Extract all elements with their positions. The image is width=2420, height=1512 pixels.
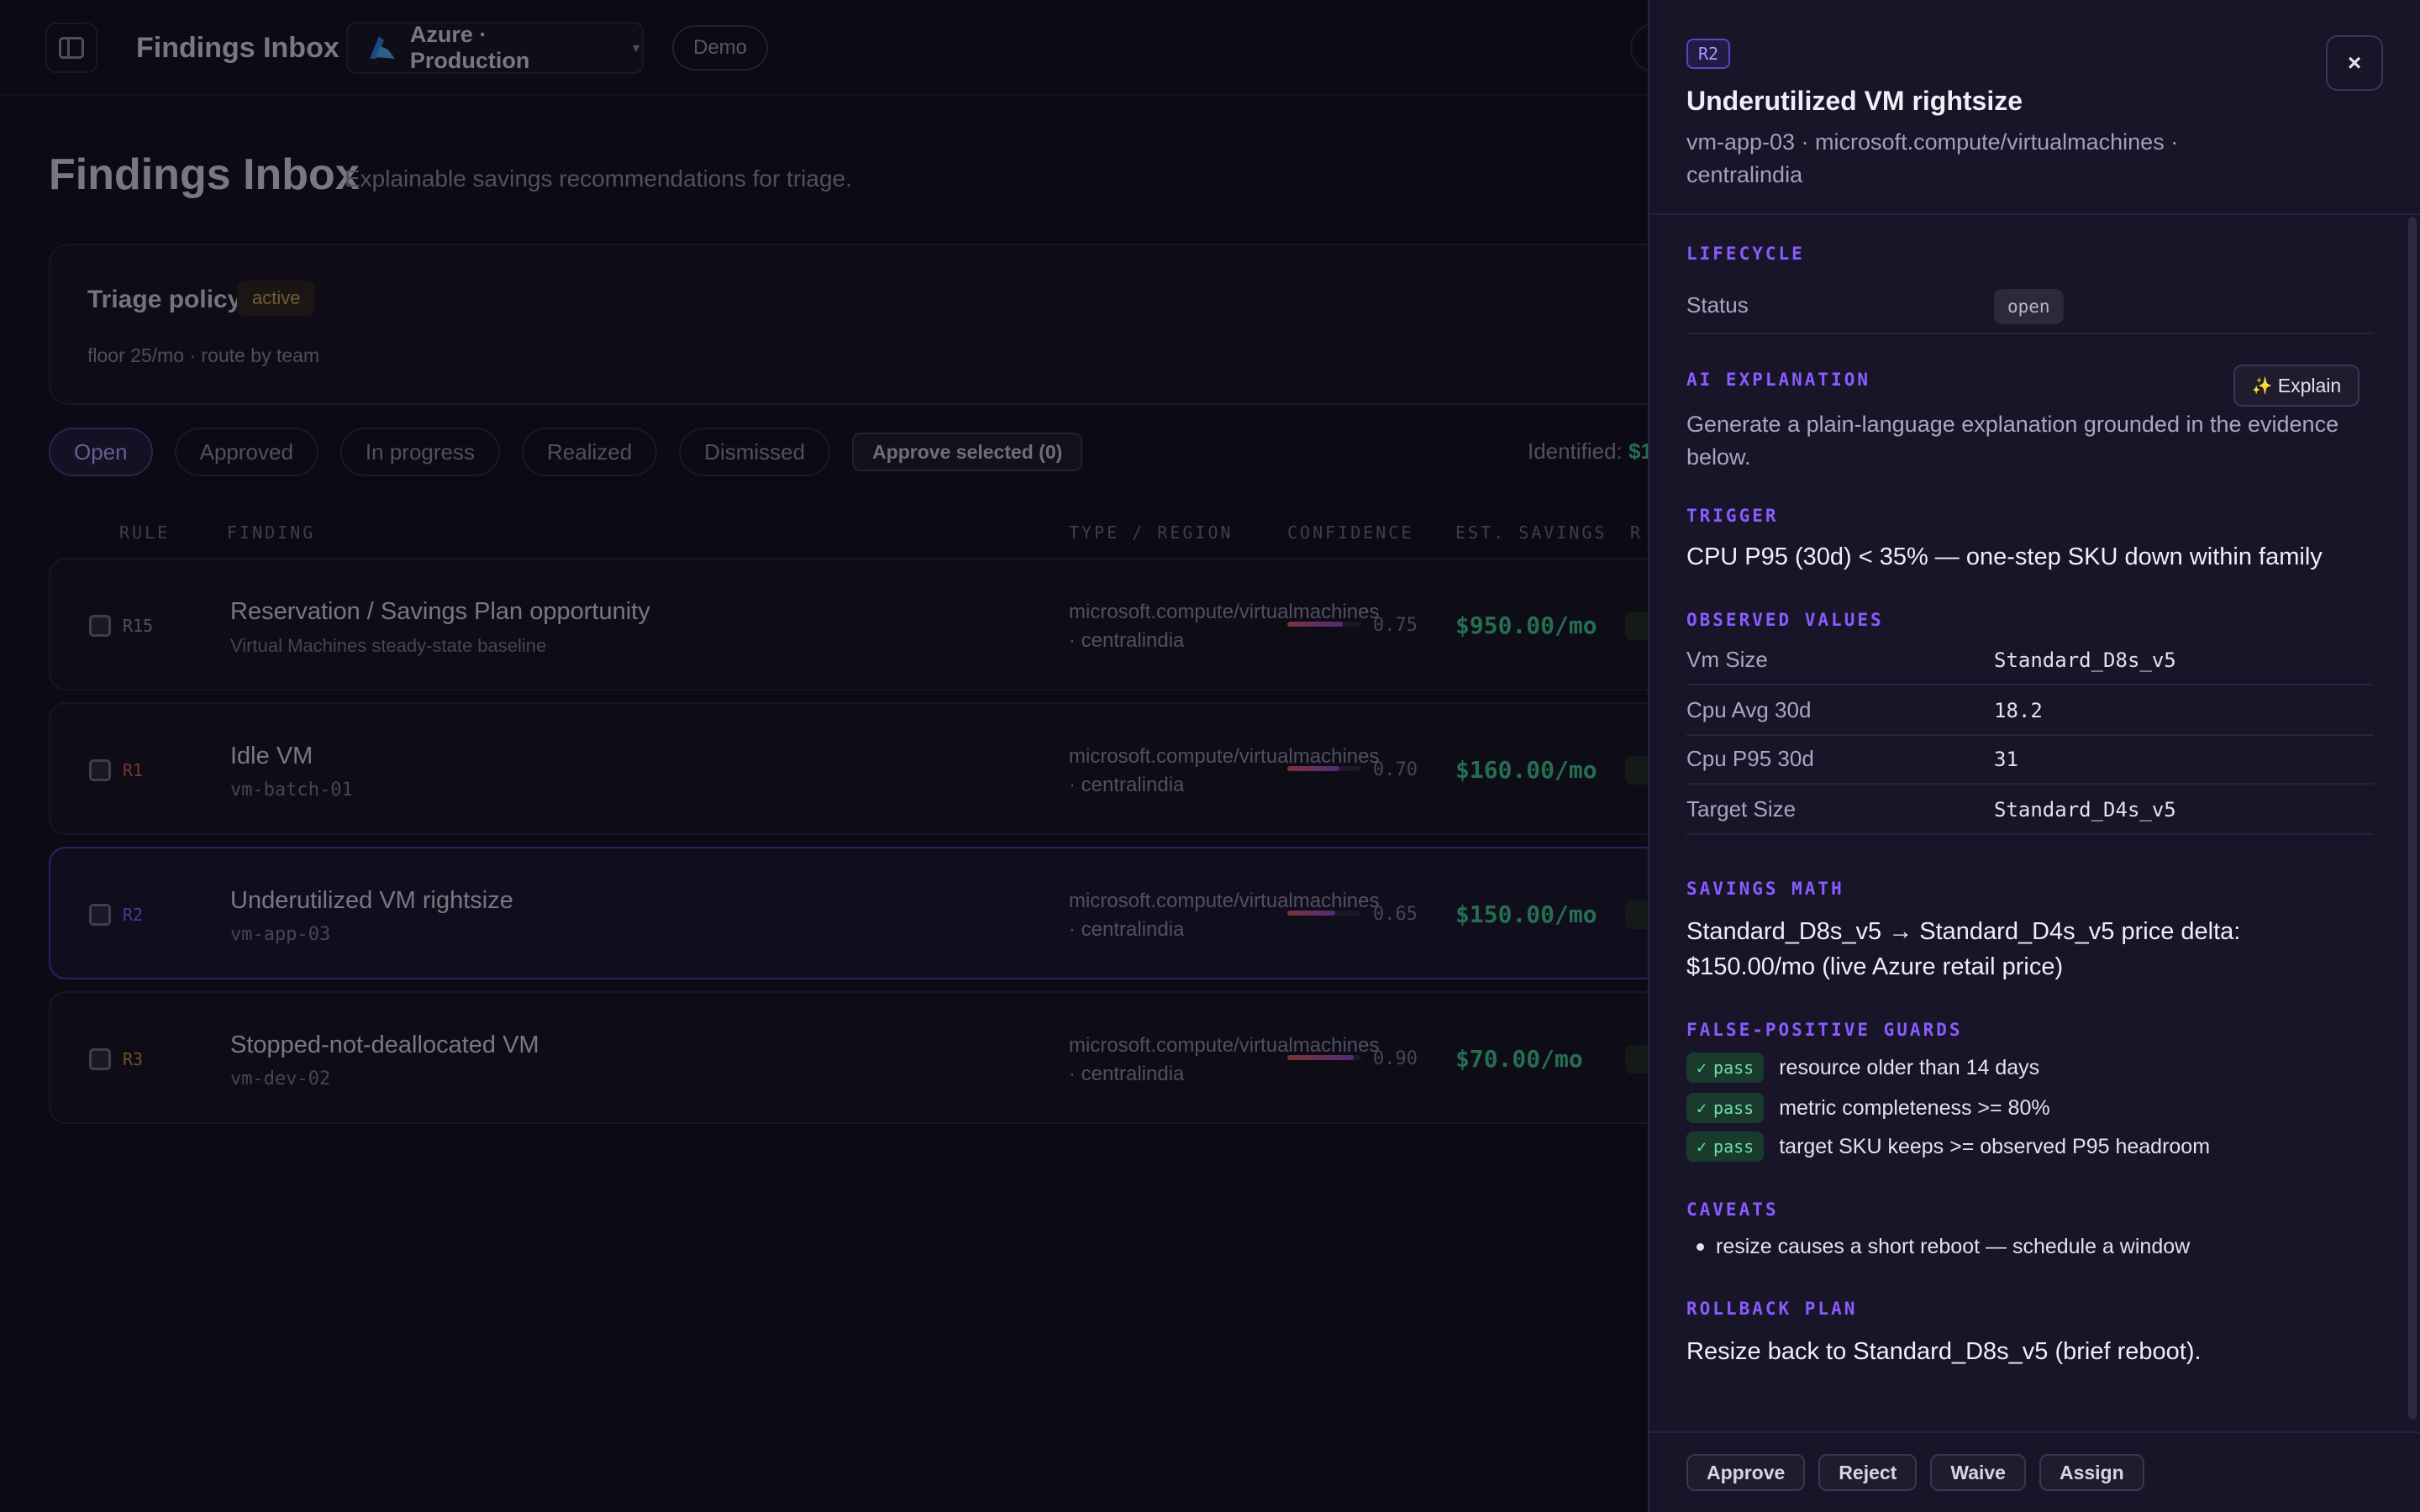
ai-explanation-section-label: AI EXPLANATION [1686,370,1871,390]
observed-key: Cpu P95 30d [1686,746,1814,771]
approve-button[interactable]: Approve [1686,1454,1806,1491]
drawer-header: R2 Underutilized VM rightsize vm-app-03 … [1649,0,2420,215]
trigger-text: CPU P95 (30d) < 35% — one-step SKU down … [1686,543,2323,570]
observed-value: Standard_D8s_v5 [1994,648,2176,672]
divider [1686,684,2374,685]
rollback-plan-text: Resize back to Standard_D8s_v5 (brief re… [1686,1338,2202,1365]
check-icon: ✓ [1697,1137,1707,1157]
guard-text: target SKU keeps >= observed P95 headroo… [1779,1134,2211,1158]
drawer-body: LIFECYCLE Status open AI EXPLANATION ✨ E… [1686,215,2384,1431]
caveat-item: resize causes a short reboot — schedule … [1686,1235,2190,1259]
status-label: Status [1686,292,1749,318]
reject-button[interactable]: Reject [1818,1454,1918,1491]
guard-item: ✓ pass resource older than 14 days [1686,1052,2039,1084]
guard-text: resource older than 14 days [1779,1055,2040,1079]
divider [1686,783,2374,785]
observed-key: Cpu Avg 30d [1686,697,1812,722]
rollback-plan-section-label: ROLLBACK PLAN [1686,1299,1858,1319]
bullet-icon [1697,1243,1704,1251]
status-badge: open [1994,289,2064,324]
check-icon: ✓ [1697,1098,1707,1118]
false-positive-guards-section-label: FALSE-POSITIVE GUARDS [1686,1020,1963,1040]
close-icon: × [2347,50,2362,76]
guard-item: ✓ pass metric completeness >= 80% [1686,1092,2050,1124]
explain-button-label: Explain [2277,374,2342,396]
explain-button[interactable]: ✨ Explain [2233,365,2360,407]
guard-text: metric completeness >= 80% [1779,1095,2050,1120]
finding-detail-drawer: R2 Underutilized VM rightsize vm-app-03 … [1648,0,2420,1512]
drawer-subtitle: vm-app-03 · microsoft.compute/virtualmac… [1686,129,2179,187]
divider [1686,333,2374,334]
close-button[interactable]: × [2326,35,2383,91]
observed-values-section-label: OBSERVED VALUES [1686,610,1884,630]
observed-value: 18.2 [1994,699,2043,722]
observed-key: Target Size [1686,796,1797,822]
check-icon: ✓ [1697,1058,1707,1078]
caveats-section-label: CAVEATS [1686,1200,1779,1220]
assign-button[interactable]: Assign [2039,1454,2144,1491]
savings-math-section-label: SAVINGS MATH [1686,879,1844,899]
pass-badge: ✓ pass [1686,1053,1765,1083]
drawer-scrollbar[interactable] [2408,217,2417,1420]
pass-badge: ✓ pass [1686,1093,1765,1123]
pass-badge: ✓ pass [1686,1131,1765,1162]
pass-label: pass [1713,1098,1754,1118]
sparkles-icon: ✨ [2251,376,2273,396]
observed-value: Standard_D4s_v5 [1994,798,2176,822]
drawer-footer: Approve Reject Waive Assign [1649,1431,2420,1512]
caveat-text: resize causes a short reboot — schedule … [1716,1235,2191,1258]
savings-math-text: Standard_D8s_v5 → Standard_D4s_v5 price … [1686,918,2241,980]
waive-button[interactable]: Waive [1930,1454,2026,1491]
divider [1686,734,2374,736]
observed-value: 31 [1994,748,2018,771]
pass-label: pass [1713,1137,1754,1157]
ai-explanation-text: Generate a plain-language explanation gr… [1686,412,2339,470]
drawer-title: Underutilized VM rightsize [1686,86,2023,116]
divider [1686,833,2374,835]
observed-key: Vm Size [1686,647,1768,672]
trigger-section-label: TRIGGER [1686,506,1779,526]
rule-chip: R2 [1686,39,1731,69]
lifecycle-section-label: LIFECYCLE [1686,244,1805,264]
guard-item: ✓ pass target SKU keeps >= observed P95 he… [1686,1131,2210,1163]
pass-label: pass [1713,1058,1754,1078]
